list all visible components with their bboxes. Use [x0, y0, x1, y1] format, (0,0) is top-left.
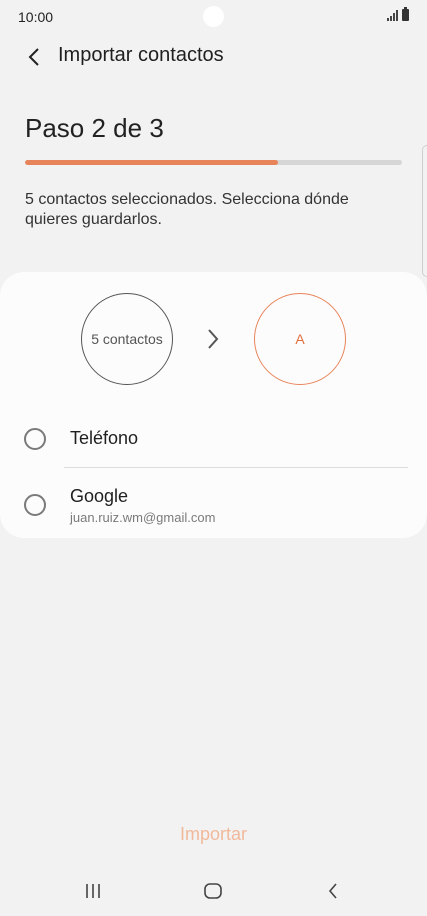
system-icons: [387, 7, 409, 21]
battery-icon: [402, 7, 409, 21]
app-header: Importar contactos: [0, 34, 427, 78]
divider: [64, 467, 408, 468]
source-label: 5 contactos: [91, 331, 163, 347]
chevron-right-icon: [201, 325, 225, 353]
destination-card: 5 contactos A Teléfono Google juan.ruiz.…: [0, 272, 427, 538]
step-progress-bar: [25, 160, 402, 165]
option-telefono[interactable]: Teléfono: [0, 420, 427, 456]
selection-description: 5 contactos seleccionados. Selecciona dó…: [25, 191, 349, 228]
nav-back-button[interactable]: [313, 878, 353, 904]
back-icon: [328, 883, 337, 899]
chevron-left-icon: [28, 48, 39, 66]
home-icon: [204, 883, 222, 899]
step-title: Paso 2 de 3: [25, 113, 164, 143]
option-label: Teléfono: [70, 428, 139, 448]
option-label: Google: [70, 486, 129, 506]
option-google[interactable]: Google juan.ruiz.wm@gmail.com: [0, 480, 427, 528]
back-button[interactable]: [20, 43, 48, 71]
page-title: Importar contactos: [58, 44, 224, 66]
status-time: 10:00: [18, 9, 54, 25]
step-progress-fill: [25, 160, 278, 165]
destination-circle: A: [254, 293, 346, 385]
camera-cutout: [203, 6, 224, 27]
destination-label: A: [295, 331, 305, 347]
recents-icon: [86, 884, 100, 898]
radio-telefono[interactable]: [24, 428, 46, 450]
option-account: juan.ruiz.wm@gmail.com: [70, 510, 216, 525]
recents-button[interactable]: [73, 878, 113, 904]
import-button[interactable]: Importar: [0, 824, 427, 845]
navigation-bar: [0, 866, 427, 916]
status-bar: 10:00: [0, 0, 427, 34]
radio-google[interactable]: [24, 494, 46, 516]
edge-panel-handle[interactable]: [422, 145, 427, 277]
source-circle: 5 contactos: [81, 293, 173, 385]
home-button[interactable]: [193, 878, 233, 904]
signal-icon: [387, 9, 398, 21]
